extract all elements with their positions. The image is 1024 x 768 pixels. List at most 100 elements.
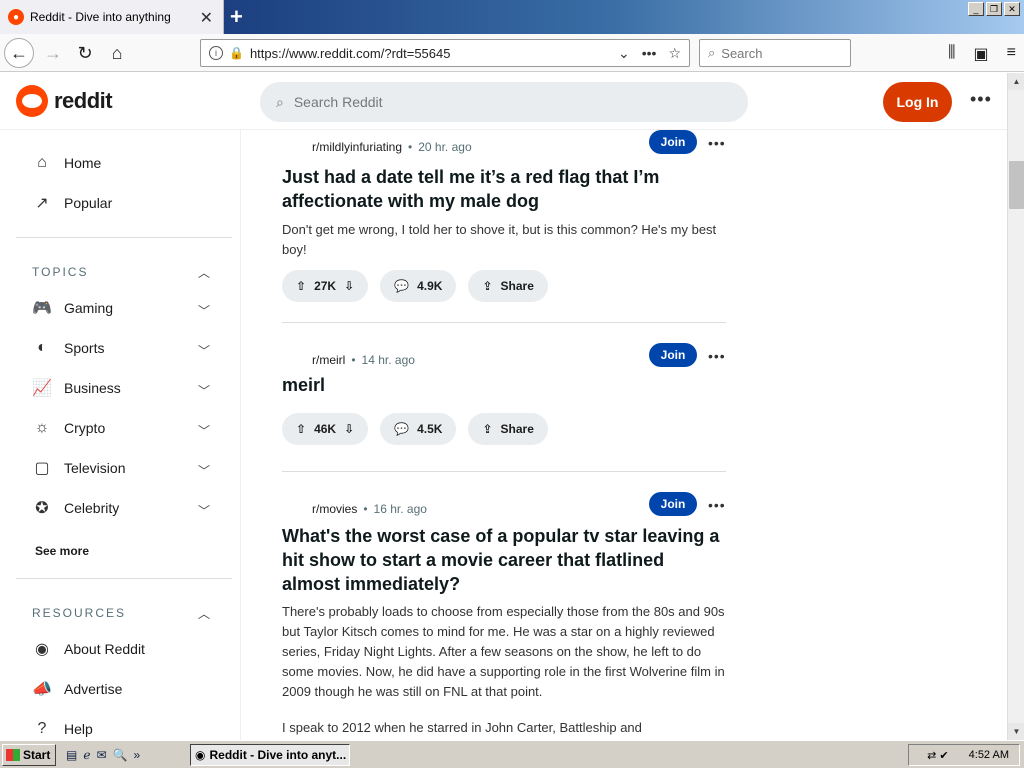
- explorer-icon[interactable]: 🔍: [113, 748, 128, 762]
- url-bar[interactable]: i 🔒 https://www.reddit.com/?rdt=55645 ⌄ …: [200, 39, 690, 67]
- post-more-icon[interactable]: •••: [708, 135, 726, 151]
- comments-button[interactable]: 💬 4.9K: [380, 270, 457, 302]
- back-arrow-icon[interactable]: ←: [4, 38, 34, 68]
- see-more-link[interactable]: See more: [35, 544, 89, 558]
- join-button[interactable]: Join: [649, 492, 697, 516]
- clock[interactable]: 4:52 AM: [969, 749, 1009, 761]
- logo-text: reddit: [54, 88, 113, 113]
- post-actions: ⇧ 27K ⇩ 💬 4.9K ⇪ Share: [282, 270, 548, 302]
- sidebar-item-label: Crypto: [64, 420, 106, 436]
- new-tab-icon[interactable]: +: [230, 4, 243, 30]
- start-button[interactable]: Start: [2, 743, 56, 766]
- minimize-button[interactable]: _: [968, 2, 984, 16]
- home-icon[interactable]: ⌂: [104, 40, 130, 66]
- post-title[interactable]: Just had a date tell me it’s a red flag …: [282, 165, 726, 213]
- post-meta: r/mildlyinfuriating • 20 hr. ago: [312, 140, 472, 154]
- subreddit-link[interactable]: r/movies: [312, 502, 357, 516]
- chart-icon: 📈: [32, 380, 52, 397]
- divider: [16, 237, 232, 238]
- chevron-up-icon[interactable]: ︿: [198, 605, 210, 622]
- outlook-icon[interactable]: ✉: [96, 748, 106, 762]
- restore-button[interactable]: ❐: [986, 2, 1002, 16]
- scroll-down-icon[interactable]: ▼: [1008, 723, 1024, 740]
- comments-button[interactable]: 💬 4.5K: [380, 413, 457, 445]
- chevron-down-icon[interactable]: ﹀: [198, 382, 210, 399]
- chevron-down-icon[interactable]: ﹀: [198, 302, 210, 319]
- upvote-icon[interactable]: ⇧: [296, 422, 306, 436]
- menu-icon[interactable]: ≡: [1007, 44, 1016, 64]
- url-text[interactable]: https://www.reddit.com/?rdt=55645: [250, 46, 618, 61]
- share-label: Share: [500, 279, 534, 293]
- sidebar-item-label: Home: [64, 155, 102, 171]
- close-tab-icon[interactable]: ✕: [200, 8, 213, 28]
- resources-heading[interactable]: RESOURCES: [32, 606, 126, 620]
- chevron-down-icon[interactable]: ﹀: [198, 502, 210, 519]
- help-icon: ?: [37, 720, 47, 737]
- bookmark-star-icon[interactable]: ☆: [668, 45, 681, 62]
- sidebar-item-label: Popular: [64, 195, 113, 211]
- sidebar-item-business[interactable]: 📈 Business: [32, 376, 121, 400]
- sidebar-item-label: Celebrity: [64, 500, 120, 516]
- browser-search-input[interactable]: ⌕ Search: [699, 39, 851, 67]
- windows-logo-icon: [6, 748, 20, 761]
- sidebar-item-gaming[interactable]: 🎮 Gaming: [32, 296, 113, 320]
- chevron-down-icon[interactable]: ﹀: [198, 342, 210, 359]
- comment-count: 4.9K: [417, 279, 443, 293]
- start-label: Start: [23, 747, 51, 762]
- post-more-icon[interactable]: •••: [708, 348, 726, 364]
- chevron-down-icon[interactable]: ﹀: [198, 462, 210, 479]
- post-title[interactable]: What's the worst case of a popular tv st…: [282, 524, 726, 596]
- reddit-search-placeholder: Search Reddit: [293, 94, 383, 110]
- dropdown-icon[interactable]: ⌄: [618, 45, 630, 62]
- sidebar-item-label: Help: [64, 721, 93, 737]
- scroll-up-icon[interactable]: ▲: [1008, 73, 1024, 90]
- close-window-button[interactable]: ✕: [1004, 2, 1020, 16]
- tray-icons[interactable]: ⇄ ✔: [927, 749, 949, 762]
- share-button[interactable]: ⇪ Share: [468, 413, 548, 445]
- subreddit-link[interactable]: r/mildlyinfuriating: [312, 140, 402, 154]
- sidebar-item-home[interactable]: ⌂ Home: [32, 151, 101, 175]
- sidebar-item-popular[interactable]: ↗ Popular: [32, 191, 112, 215]
- chevron-down-icon[interactable]: ﹀: [198, 422, 210, 439]
- reddit-search-input[interactable]: ⌕ Search Reddit: [260, 82, 748, 122]
- share-icon: ⇪: [482, 422, 493, 436]
- post-title[interactable]: meirl: [282, 373, 726, 397]
- reddit-logo[interactable]: reddit: [16, 85, 113, 117]
- browser-search-placeholder: Search: [721, 45, 763, 61]
- taskbar-item-browser[interactable]: ◉ Reddit - Dive into anyt...: [190, 744, 350, 766]
- downvote-icon[interactable]: ⇩: [344, 279, 354, 293]
- post-more-icon[interactable]: •••: [708, 497, 726, 513]
- star-badge-icon: ✪: [35, 500, 49, 517]
- login-button[interactable]: Log In: [883, 82, 952, 122]
- topics-heading[interactable]: TOPICS: [32, 265, 88, 279]
- comment-icon: 💬: [394, 422, 410, 436]
- more-chevron-icon[interactable]: »: [133, 748, 140, 762]
- reload-icon[interactable]: ↻: [72, 40, 98, 66]
- ie-icon[interactable]: ℯ: [83, 748, 90, 762]
- join-button[interactable]: Join: [649, 343, 697, 367]
- subreddit-link[interactable]: r/meirl: [312, 353, 345, 367]
- sidebar-item-crypto[interactable]: ☼ Crypto: [32, 416, 106, 440]
- sidebar-item-sports[interactable]: ◐ Sports: [32, 336, 104, 360]
- more-options-icon[interactable]: •••: [970, 89, 992, 110]
- sidebar-item-help[interactable]: ? Help: [32, 717, 93, 740]
- page-scrollbar[interactable]: ▲ ▼: [1007, 73, 1024, 740]
- page-actions-icon[interactable]: •••: [642, 45, 657, 62]
- taskbar-item-label: Reddit - Dive into anyt...: [209, 748, 347, 762]
- sidebar-item-about[interactable]: ◉ About Reddit: [32, 637, 145, 661]
- sidebar-item-television[interactable]: ▢ Television: [32, 456, 125, 480]
- downvote-icon[interactable]: ⇩: [344, 422, 354, 436]
- join-button[interactable]: Join: [649, 130, 697, 154]
- sidebar-item-celebrity[interactable]: ✪ Celebrity: [32, 496, 119, 520]
- library-icon[interactable]: ⫼: [948, 44, 955, 64]
- info-icon[interactable]: i: [209, 46, 223, 60]
- sidebar-toggle-icon[interactable]: ▣: [974, 44, 989, 64]
- upvote-icon[interactable]: ⇧: [296, 279, 306, 293]
- show-desktop-icon[interactable]: ▤: [66, 748, 77, 762]
- share-button[interactable]: ⇪ Share: [468, 270, 548, 302]
- browser-tab[interactable]: ● Reddit - Dive into anything ✕: [0, 0, 224, 34]
- chevron-up-icon[interactable]: ︿: [198, 264, 210, 281]
- scroll-thumb[interactable]: [1009, 161, 1024, 209]
- sidebar-item-advertise[interactable]: 📣 Advertise: [32, 677, 122, 701]
- forward-arrow-icon[interactable]: →: [40, 40, 66, 66]
